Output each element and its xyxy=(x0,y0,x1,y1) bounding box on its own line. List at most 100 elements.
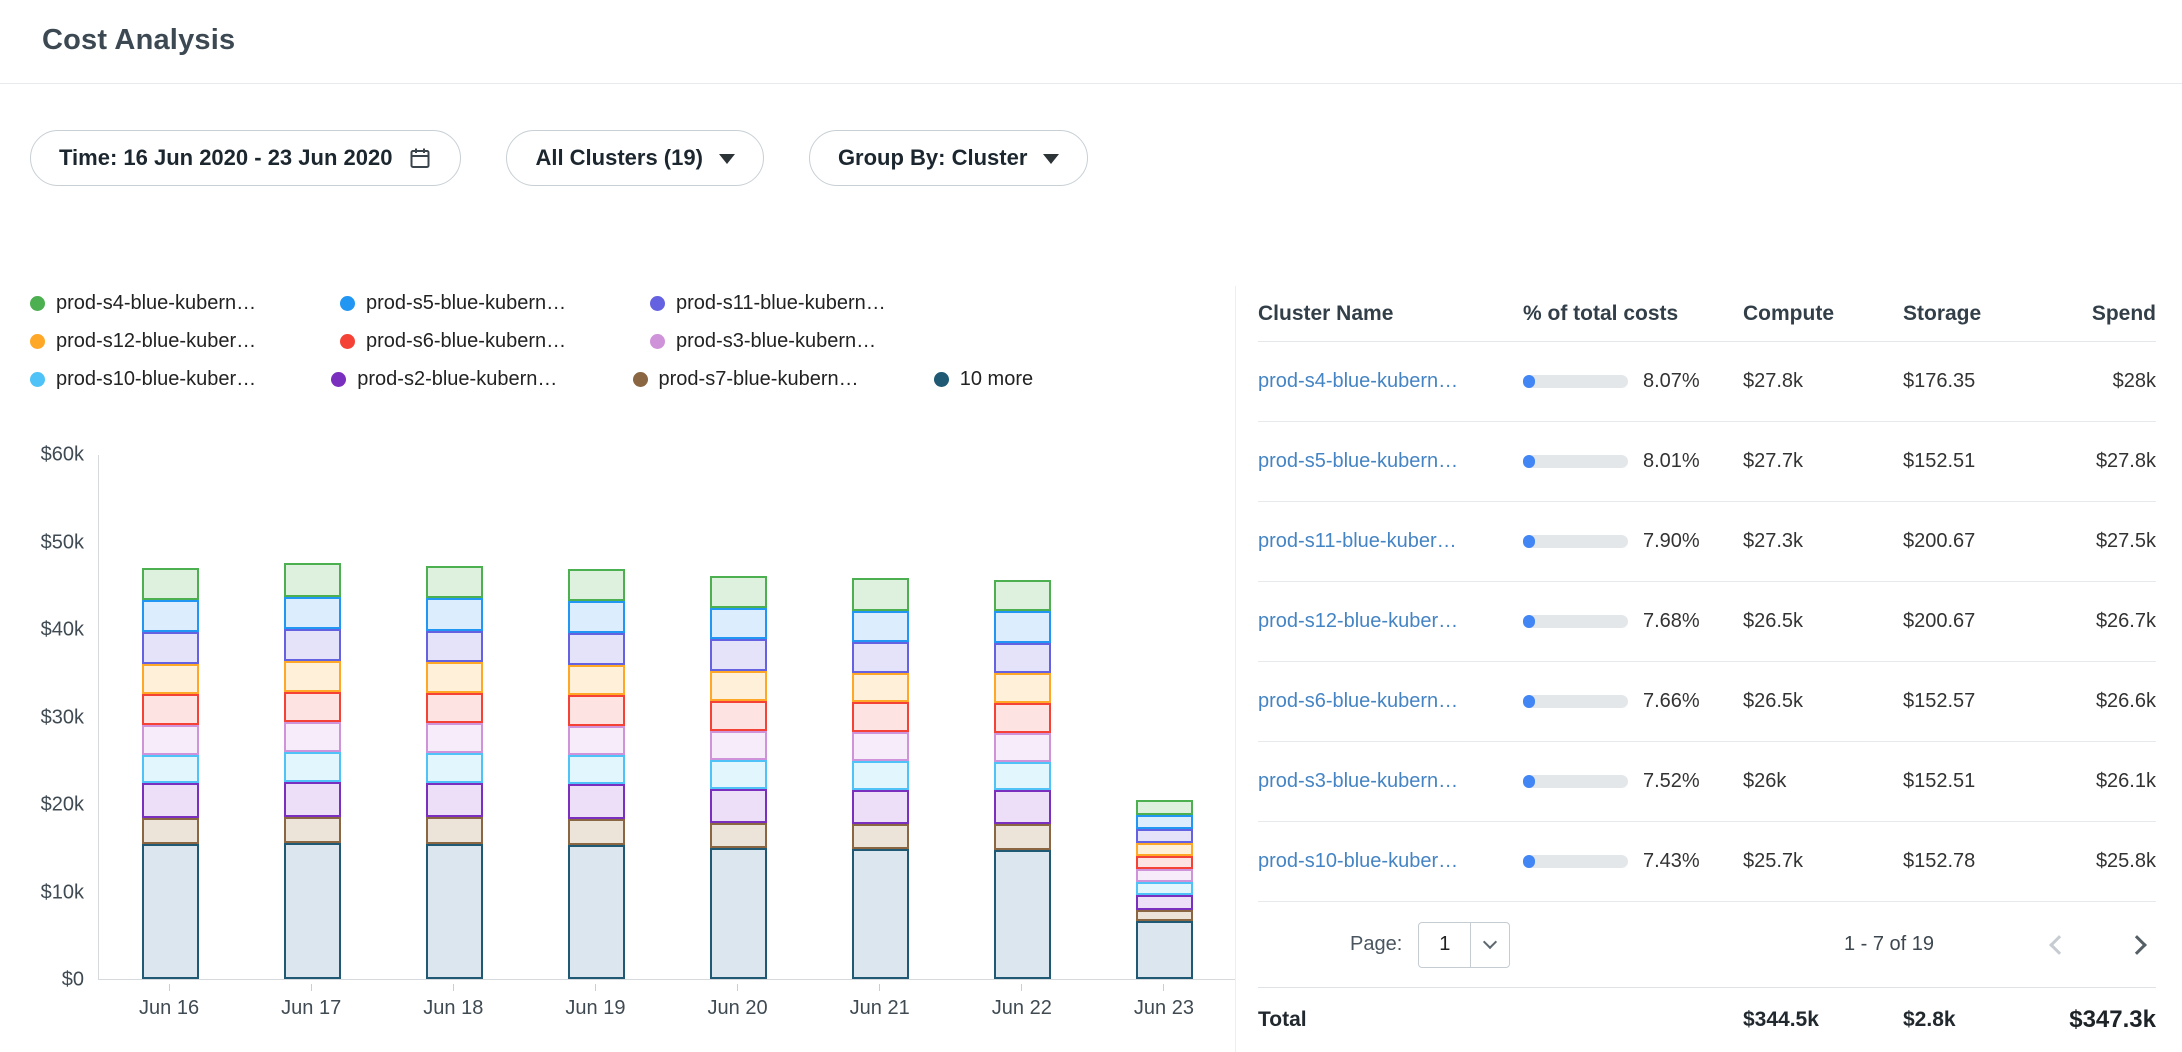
bar-segment[interactable] xyxy=(284,722,341,752)
bar-segment[interactable] xyxy=(852,790,909,824)
bar-segment[interactable] xyxy=(426,723,483,753)
bar-segment[interactable] xyxy=(568,784,625,819)
bar-segment[interactable] xyxy=(426,598,483,630)
bar-segment[interactable] xyxy=(284,752,341,782)
bar-segment[interactable] xyxy=(1136,921,1193,979)
bar-segment[interactable] xyxy=(1136,882,1193,895)
page-select-caret-button[interactable] xyxy=(1471,923,1509,967)
bar-segment[interactable] xyxy=(994,850,1051,979)
bar-segment[interactable] xyxy=(568,665,625,696)
bar-segment[interactable] xyxy=(568,819,625,844)
legend-item[interactable]: prod-s11-blue-kubern… xyxy=(650,292,960,315)
bar-segment[interactable] xyxy=(568,726,625,756)
bar-jun-18[interactable] xyxy=(426,455,483,979)
group-by-dropdown[interactable]: Group By: Cluster xyxy=(809,130,1088,186)
cluster-name-link[interactable]: prod-s10-blue-kuber… xyxy=(1258,850,1503,873)
bar-segment[interactable] xyxy=(1136,895,1193,910)
bar-jun-19[interactable] xyxy=(568,455,625,979)
cluster-name-link[interactable]: prod-s3-blue-kubern… xyxy=(1258,770,1503,793)
bar-segment[interactable] xyxy=(852,642,909,673)
bar-segment[interactable] xyxy=(426,783,483,818)
bar-jun-16[interactable] xyxy=(142,455,199,979)
bar-segment[interactable] xyxy=(852,673,909,703)
bar-segment[interactable] xyxy=(852,824,909,849)
bar-segment[interactable] xyxy=(994,611,1051,642)
bar-segment[interactable] xyxy=(568,755,625,784)
bar-segment[interactable] xyxy=(710,731,767,760)
bar-segment[interactable] xyxy=(426,753,483,783)
legend-item[interactable]: prod-s3-blue-kubern… xyxy=(650,330,960,353)
bar-segment[interactable] xyxy=(710,848,767,979)
time-range-filter[interactable]: Time: 16 Jun 2020 - 23 Jun 2020 xyxy=(30,130,461,186)
legend-item[interactable]: prod-s10-blue-kuber… xyxy=(30,368,331,391)
previous-page-button[interactable] xyxy=(2044,930,2074,960)
bar-segment[interactable] xyxy=(994,643,1051,674)
bar-segment[interactable] xyxy=(710,671,767,702)
legend-item[interactable]: prod-s5-blue-kubern… xyxy=(340,292,650,315)
bar-segment[interactable] xyxy=(426,631,483,662)
legend-item[interactable]: prod-s7-blue-kubern… xyxy=(633,368,934,391)
bar-segment[interactable] xyxy=(284,817,341,843)
bar-segment[interactable] xyxy=(852,761,909,790)
bar-segment[interactable] xyxy=(1136,856,1193,869)
bar-segment[interactable] xyxy=(710,823,767,848)
bar-segment[interactable] xyxy=(426,844,483,979)
bar-segment[interactable] xyxy=(568,695,625,726)
bar-segment[interactable] xyxy=(142,600,199,632)
cluster-name-link[interactable]: prod-s4-blue-kubern… xyxy=(1258,370,1503,393)
cluster-name-link[interactable]: prod-s12-blue-kuber… xyxy=(1258,610,1503,633)
page-select[interactable]: 1 xyxy=(1418,922,1510,968)
bar-segment[interactable] xyxy=(852,702,909,732)
bar-segment[interactable] xyxy=(142,725,199,755)
legend-item[interactable]: prod-s6-blue-kubern… xyxy=(340,330,650,353)
next-page-button[interactable] xyxy=(2122,930,2152,960)
bar-segment[interactable] xyxy=(142,632,199,663)
bar-segment[interactable] xyxy=(284,782,341,817)
bar-jun-21[interactable] xyxy=(852,455,909,979)
bar-segment[interactable] xyxy=(568,633,625,664)
legend-item[interactable]: prod-s12-blue-kuber… xyxy=(30,330,340,353)
bar-segment[interactable] xyxy=(142,844,199,979)
bar-segment[interactable] xyxy=(568,569,625,601)
bar-segment[interactable] xyxy=(1136,869,1193,882)
bar-segment[interactable] xyxy=(1136,800,1193,815)
bar-jun-23[interactable] xyxy=(1136,455,1193,979)
legend-item[interactable]: prod-s2-blue-kubern… xyxy=(331,368,632,391)
bar-segment[interactable] xyxy=(568,601,625,633)
bar-segment[interactable] xyxy=(284,661,341,692)
bar-segment[interactable] xyxy=(994,790,1051,824)
bar-segment[interactable] xyxy=(142,664,199,695)
bar-segment[interactable] xyxy=(426,566,483,598)
bar-segment[interactable] xyxy=(1136,815,1193,829)
bar-segment[interactable] xyxy=(284,597,341,629)
bar-segment[interactable] xyxy=(1136,829,1193,843)
bar-segment[interactable] xyxy=(426,662,483,693)
bar-segment[interactable] xyxy=(142,818,199,843)
bar-segment[interactable] xyxy=(852,849,909,979)
bar-segment[interactable] xyxy=(142,783,199,818)
bar-segment[interactable] xyxy=(994,673,1051,703)
bar-segment[interactable] xyxy=(284,692,341,723)
bar-segment[interactable] xyxy=(426,693,483,724)
bar-segment[interactable] xyxy=(426,817,483,843)
bar-segment[interactable] xyxy=(284,563,341,596)
bar-segment[interactable] xyxy=(994,703,1051,733)
bar-jun-22[interactable] xyxy=(994,455,1051,979)
bar-segment[interactable] xyxy=(994,824,1051,849)
bar-segment[interactable] xyxy=(852,578,909,610)
legend-item[interactable]: prod-s4-blue-kubern… xyxy=(30,292,340,315)
bar-jun-17[interactable] xyxy=(284,455,341,979)
bar-segment[interactable] xyxy=(994,733,1051,762)
bar-segment[interactable] xyxy=(852,732,909,761)
bar-segment[interactable] xyxy=(710,608,767,639)
cluster-name-link[interactable]: prod-s6-blue-kubern… xyxy=(1258,690,1503,713)
bar-segment[interactable] xyxy=(1136,843,1193,856)
bar-segment[interactable] xyxy=(142,568,199,600)
bar-segment[interactable] xyxy=(142,755,199,784)
cluster-name-link[interactable]: prod-s11-blue-kuber… xyxy=(1258,530,1503,553)
legend-item[interactable]: 10 more xyxy=(934,368,1235,391)
clusters-filter-dropdown[interactable]: All Clusters (19) xyxy=(506,130,764,186)
bar-segment[interactable] xyxy=(284,629,341,661)
bar-segment[interactable] xyxy=(710,701,767,731)
bar-segment[interactable] xyxy=(142,694,199,725)
